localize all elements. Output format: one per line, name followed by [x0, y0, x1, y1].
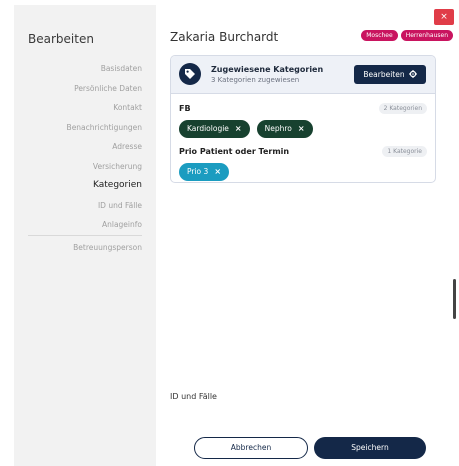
categories-title: Zugewiesene Kategorien: [211, 65, 324, 74]
group-count: 1 Kategorie: [382, 146, 427, 157]
sidebar-item-kontakt[interactable]: Kontakt: [12, 98, 142, 118]
location-badges: Moschee Herrenhausen: [361, 30, 453, 41]
sidebar-divider: [28, 235, 142, 236]
close-icon: ×: [440, 12, 448, 22]
group-count: 2 Kategorien: [378, 103, 427, 114]
sidebar-item-benachrichtigungen[interactable]: Benachrichtigungen: [12, 118, 142, 138]
edit-categories-button[interactable]: Bearbeiten: [354, 65, 426, 84]
sidebar: Bearbeiten Basisdaten Persönliche Daten …: [14, 5, 156, 466]
chip-label: Prio 3: [187, 167, 209, 176]
edit-button-label: Bearbeiten: [363, 70, 405, 79]
sidebar-item-persoenliche-daten[interactable]: Persönliche Daten: [12, 79, 142, 99]
sidebar-nav: Basisdaten Persönliche Daten Kontakt Ben…: [12, 59, 142, 235]
sidebar-item-id-und-faelle[interactable]: ID und Fälle: [12, 196, 142, 216]
chip-list: Kardiologie × Nephro ×: [179, 120, 427, 138]
sidebar-item-anlageinfo[interactable]: Anlageinfo: [12, 215, 142, 235]
main-panel: × Zakaria Burchardt Moschee Herrenhausen…: [156, 5, 459, 466]
sidebar-item-basisdaten[interactable]: Basisdaten: [12, 59, 142, 79]
tag-icon: [179, 63, 201, 85]
badge-herrenhausen: Herrenhausen: [400, 30, 453, 41]
chip-label: Nephro: [264, 124, 292, 133]
category-chip[interactable]: Nephro ×: [256, 120, 313, 138]
section-id-und-faelle: ID und Fälle: [170, 392, 217, 401]
chip-list: Prio 3 ×: [179, 163, 427, 181]
sidebar-item-kategorien[interactable]: Kategorien: [12, 176, 142, 196]
badge-moschee: Moschee: [361, 30, 398, 41]
cancel-button[interactable]: Abbrechen: [194, 437, 308, 459]
chip-label: Kardiologie: [187, 124, 229, 133]
categories-subtitle: 3 Kategorien zugewiesen: [211, 76, 300, 84]
close-icon[interactable]: ×: [235, 120, 242, 138]
save-button[interactable]: Speichern: [314, 437, 426, 459]
sidebar-item-betreuungsperson[interactable]: Betreuungsperson: [73, 243, 142, 252]
category-group-fb: FB 2 Kategorien Kardiologie × Nephro ×: [179, 103, 427, 138]
categories-card-header: Zugewiesene Kategorien 3 Kategorien zuge…: [171, 56, 435, 94]
gear-icon: [408, 69, 417, 80]
edit-patient-dialog: Bearbeiten Basisdaten Persönliche Daten …: [0, 0, 459, 466]
sidebar-item-adresse[interactable]: Adresse: [12, 137, 142, 157]
close-icon[interactable]: ×: [298, 120, 305, 138]
patient-name: Zakaria Burchardt: [170, 30, 279, 44]
scrollbar-thumb[interactable]: [453, 279, 456, 319]
dialog-footer: Abbrechen Speichern: [194, 437, 426, 459]
category-chip[interactable]: Prio 3 ×: [179, 163, 230, 181]
close-icon[interactable]: ×: [214, 163, 221, 181]
close-button[interactable]: ×: [434, 9, 454, 25]
category-group-prio: Prio Patient oder Termin 1 Kategorie Pri…: [179, 146, 427, 181]
categories-card: Zugewiesene Kategorien 3 Kategorien zuge…: [170, 55, 436, 183]
sidebar-title: Bearbeiten: [28, 32, 94, 46]
sidebar-item-versicherung[interactable]: Versicherung: [12, 157, 142, 177]
category-chip[interactable]: Kardiologie ×: [179, 120, 250, 138]
